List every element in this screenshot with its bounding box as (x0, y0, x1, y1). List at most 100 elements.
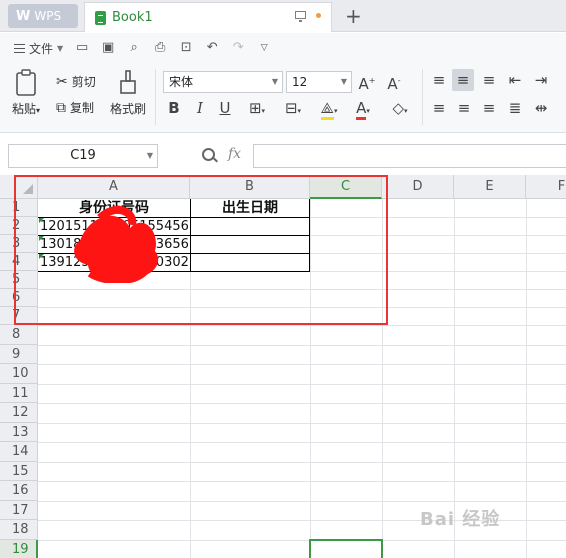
paste-button[interactable]: 粘贴▾ (12, 69, 40, 117)
gridline (38, 384, 566, 385)
format-painter-icon (120, 70, 136, 94)
wps-logo-icon: W (16, 8, 31, 24)
copy-label: 复制 (70, 101, 95, 115)
gridline (526, 199, 527, 558)
row-header-19[interactable]: 19 (0, 540, 38, 558)
fx-icon[interactable]: fx (228, 146, 241, 162)
format-painter-label: 格式刷 (110, 102, 147, 116)
row-header-8[interactable]: 8 (0, 325, 38, 345)
document-tab[interactable]: Book1 (84, 2, 332, 32)
justify-icon[interactable]: ≣ (506, 99, 524, 117)
align-middle-icon[interactable]: ≡ (452, 69, 474, 91)
chevron-down-icon: ▼ (146, 151, 153, 160)
paste-label: 粘贴 (12, 102, 37, 116)
title-bar: W WPS Book1 + (0, 0, 566, 32)
borders-icon[interactable]: ⊞▾ (244, 99, 270, 120)
row-header-14[interactable]: 14 (0, 442, 38, 462)
row-header-15[interactable]: 15 (0, 462, 38, 481)
gridline (38, 403, 566, 404)
ribbon-home: 粘贴▾ ✂ 剪切 ⧉ 复制 格式刷 宋体 ▼ 12 ▼ A+ A- B I U … (0, 63, 566, 133)
paste-icon (16, 69, 36, 96)
spreadsheet-icon (95, 10, 106, 25)
chevron-down-icon: ▼ (340, 77, 347, 86)
row-header-16[interactable]: 16 (0, 481, 38, 501)
decrease-indent-icon[interactable]: ⇤ (506, 71, 524, 89)
name-box[interactable]: C19 ▼ (8, 144, 158, 168)
customize-chevron-icon[interactable]: ▽ (257, 41, 271, 55)
column-header-f[interactable]: F (526, 175, 566, 199)
undo-icon[interactable]: ↶ (205, 41, 219, 55)
monitor-icon[interactable] (295, 11, 306, 22)
zoom-icon[interactable] (202, 148, 215, 161)
fill-color-icon[interactable]: ⟁▾ (314, 99, 344, 120)
align-top-icon[interactable]: ≡ (430, 71, 448, 89)
increase-indent-icon[interactable]: ⇥ (532, 71, 550, 89)
row-header-12[interactable]: 12 (0, 403, 38, 423)
scissors-icon: ✂ (56, 73, 68, 90)
gridline (38, 481, 566, 482)
column-header-e[interactable]: E (454, 175, 526, 199)
unsaved-dot-icon (316, 12, 321, 18)
highlight-box (14, 175, 388, 325)
align-bottom-icon[interactable]: ≡ (480, 71, 498, 89)
name-box-value: C19 (70, 148, 96, 163)
merge-cells-icon[interactable]: ⊟▾ (280, 99, 306, 120)
gridline (38, 423, 566, 424)
print-icon[interactable]: ⎙ (153, 41, 167, 55)
redo-icon[interactable]: ↷ (231, 41, 245, 55)
gridline (38, 364, 566, 365)
align-center-icon[interactable]: ≡ (455, 99, 473, 117)
align-left-icon[interactable]: ≡ (430, 99, 448, 117)
row-header-11[interactable]: 11 (0, 384, 38, 403)
column-header-d[interactable]: D (382, 175, 454, 199)
font-color-icon[interactable]: A▾ (350, 99, 376, 120)
bold-icon[interactable]: B (166, 99, 182, 117)
quick-access-toolbar: 文件 ▼ ▭ ▣ ⌕ ⎙ ⊡ ↶ ↷ ▽ (0, 33, 566, 63)
watermark-logo: Bai 经验 (420, 509, 501, 530)
chevron-down-icon: ▼ (57, 43, 64, 53)
spreadsheet-grid: A B C D E F 1 2 3 4 5 6 7 8 9 10 11 12 1… (0, 175, 566, 558)
distributed-align-icon[interactable]: ⇹ (532, 99, 550, 117)
cut-button[interactable]: ✂ 剪切 (56, 73, 96, 90)
divider (155, 69, 156, 125)
font-size-value: 12 (292, 75, 308, 89)
print-preview-icon[interactable]: ⊡ (179, 41, 193, 55)
gridline (38, 540, 566, 541)
copy-icon: ⧉ (56, 99, 66, 116)
formula-bar: C19 ▼ fx (0, 140, 566, 172)
row-header-9[interactable]: 9 (0, 345, 38, 364)
decrease-font-icon[interactable]: A- (385, 72, 403, 93)
row-header-13[interactable]: 13 (0, 423, 38, 442)
wps-home-tab[interactable]: W WPS (8, 4, 78, 28)
clear-eraser-icon[interactable]: ◇▾ (386, 99, 414, 120)
open-folder-icon[interactable]: ▭ (75, 41, 89, 55)
gridline (38, 325, 566, 326)
align-right-icon[interactable]: ≡ (480, 99, 498, 117)
new-tab-plus-icon[interactable]: + (345, 4, 362, 28)
find-icon[interactable]: ⌕ (127, 41, 141, 55)
active-cell-c19[interactable] (309, 539, 383, 558)
wps-home-label: WPS (34, 9, 62, 23)
gridline (38, 345, 566, 346)
save-icon[interactable]: ▣ (101, 41, 115, 55)
underline-icon[interactable]: U (217, 99, 233, 117)
divider (422, 69, 423, 125)
copy-button[interactable]: ⧉ 复制 (56, 99, 94, 116)
row-header-17[interactable]: 17 (0, 501, 38, 520)
format-painter-button[interactable]: 格式刷 (110, 69, 146, 117)
file-menu-label: 文件 (29, 41, 54, 56)
file-menu-button[interactable]: 文件 ▼ (14, 40, 63, 57)
formula-input[interactable] (253, 144, 566, 168)
row-header-10[interactable]: 10 (0, 364, 38, 384)
increase-font-icon[interactable]: A+ (358, 72, 376, 93)
font-size-select[interactable]: 12 ▼ (286, 71, 352, 93)
font-name-select[interactable]: 宋体 ▼ (163, 71, 283, 93)
italic-icon[interactable]: I (192, 99, 208, 117)
hamburger-icon (14, 43, 25, 53)
gridline (38, 442, 566, 443)
gridline (38, 462, 566, 463)
font-name-value: 宋体 (169, 75, 194, 89)
row-header-18[interactable]: 18 (0, 520, 38, 540)
chevron-down-icon: ▼ (271, 77, 278, 86)
document-name: Book1 (112, 10, 153, 25)
